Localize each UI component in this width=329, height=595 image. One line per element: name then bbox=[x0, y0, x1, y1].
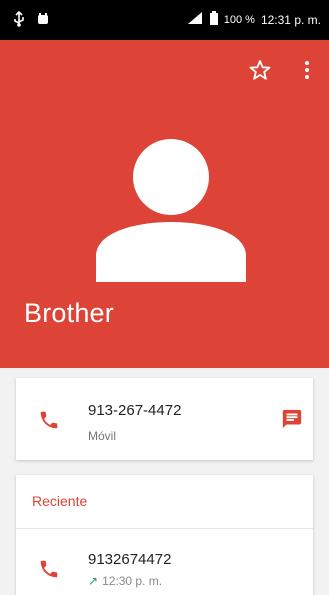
recent-call-time: ↗ 12:30 p. m. bbox=[88, 574, 162, 588]
phone-number: 913-267-4472 bbox=[88, 402, 182, 419]
status-bar: 100 % 12:31 p. m. bbox=[0, 0, 329, 40]
divider bbox=[16, 528, 313, 529]
phone-card[interactable]: 913-267-4472 Móvil bbox=[16, 378, 313, 460]
battery-icon bbox=[209, 11, 218, 28]
battery-percent: 100 % bbox=[223, 13, 255, 26]
clock: 12:31 p. m. bbox=[260, 12, 321, 27]
recent-title: Reciente bbox=[32, 493, 88, 509]
star-icon bbox=[249, 60, 271, 80]
contact-name: Brother bbox=[24, 298, 114, 328]
outgoing-arrow-icon: ↗ bbox=[88, 574, 99, 588]
android-icon bbox=[36, 12, 50, 31]
contact-header: Brother bbox=[0, 40, 329, 368]
signal-icon bbox=[186, 11, 204, 28]
phone-icon[interactable] bbox=[38, 558, 60, 580]
status-right: 100 % 12:31 p. m. bbox=[186, 11, 321, 28]
favorite-button[interactable] bbox=[248, 58, 272, 82]
recent-time-text: 12:30 p. m. bbox=[102, 574, 163, 588]
status-left-icons bbox=[12, 10, 50, 32]
avatar-icon bbox=[96, 136, 246, 286]
recent-card: Reciente 9132674472 ↗ 12:30 p. m. bbox=[16, 475, 313, 595]
more-options-button[interactable] bbox=[295, 58, 319, 82]
phone-type: Móvil bbox=[88, 429, 117, 443]
message-icon[interactable] bbox=[281, 408, 303, 430]
recent-call-number[interactable]: 9132674472 bbox=[88, 551, 171, 568]
usb-icon bbox=[12, 10, 26, 32]
phone-icon[interactable] bbox=[38, 409, 60, 431]
more-vert-icon bbox=[305, 61, 309, 79]
